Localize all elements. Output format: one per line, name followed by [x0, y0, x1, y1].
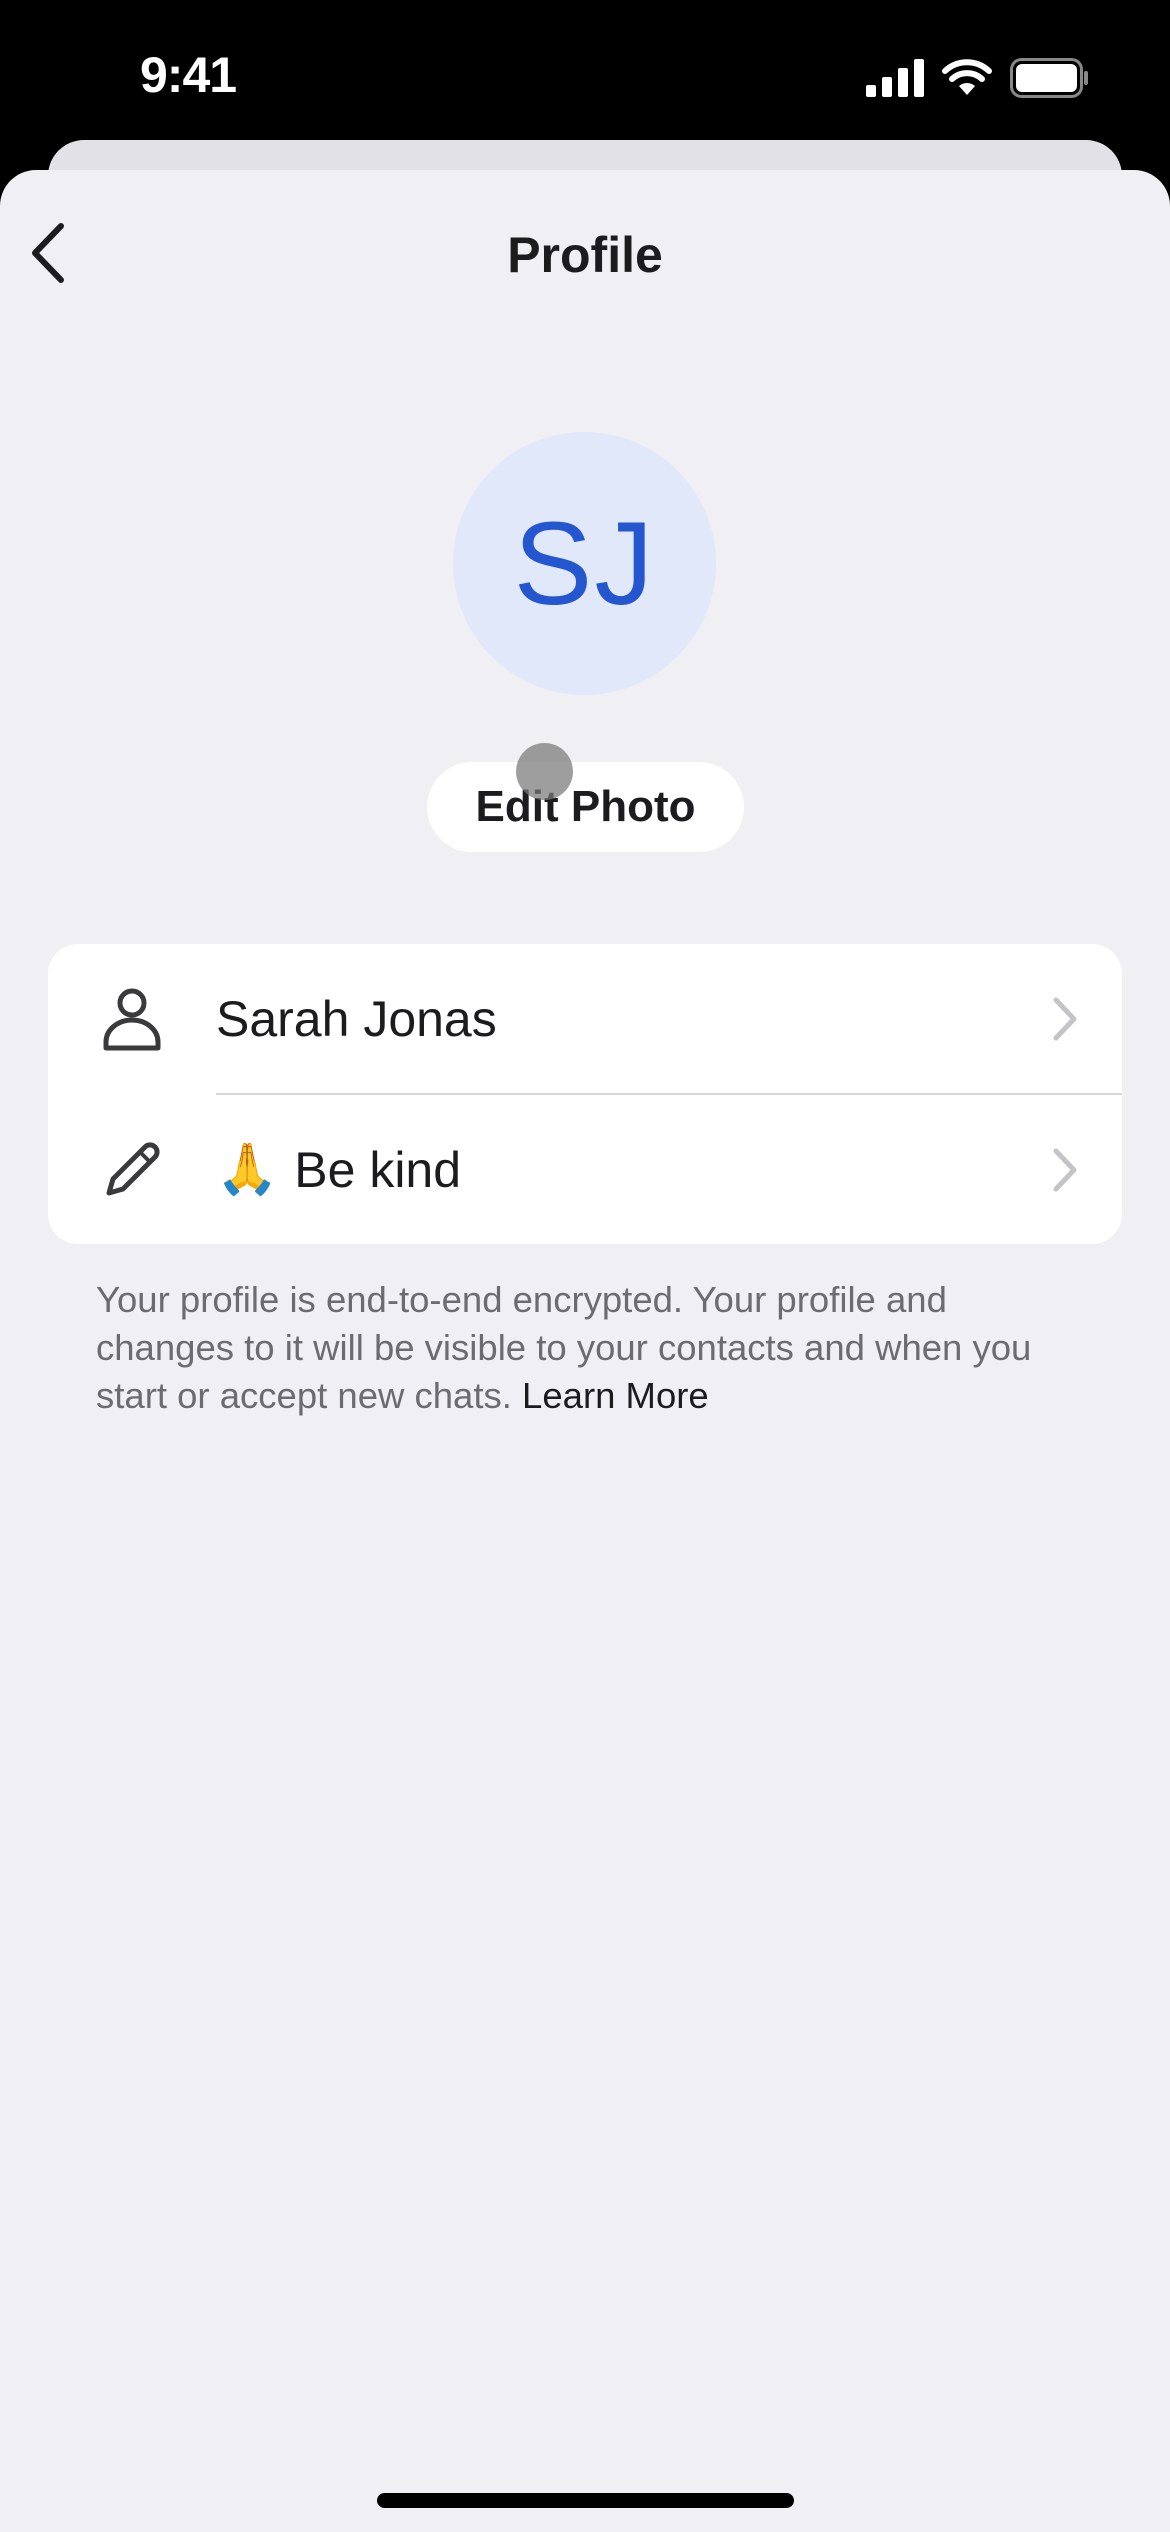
edit-photo-button[interactable]: Edit Photo	[427, 762, 744, 852]
learn-more-link[interactable]: Learn More	[522, 1375, 709, 1416]
profile-row-about[interactable]: 🙏 Be kind	[48, 1095, 1122, 1244]
avatar-initials: SJ	[513, 497, 656, 630]
status-icons	[866, 58, 1090, 103]
page-title: Profile	[507, 227, 663, 283]
profile-about-label: 🙏 Be kind	[216, 1140, 461, 1199]
home-indicator[interactable]	[377, 2493, 794, 2508]
battery-icon	[1010, 58, 1090, 103]
chevron-right-icon	[1050, 994, 1080, 1044]
about-emoji: 🙏	[216, 1141, 279, 1197]
touch-indicator	[516, 743, 573, 800]
profile-row-name[interactable]: Sarah Jonas	[48, 944, 1122, 1093]
status-bar: 9:41	[0, 0, 1170, 140]
about-text: Be kind	[294, 1141, 462, 1198]
profile-name-label: Sarah Jonas	[216, 990, 497, 1047]
avatar[interactable]: SJ	[453, 432, 716, 695]
cellular-signal-icon	[866, 59, 924, 102]
pencil-icon	[100, 1135, 164, 1205]
profile-card: Sarah Jonas 🙏 Be kind	[48, 944, 1122, 1244]
wifi-icon	[942, 59, 992, 102]
status-time: 9:41	[140, 47, 237, 103]
person-icon	[100, 984, 164, 1054]
encryption-note: Your profile is end-to-end encrypted. Yo…	[96, 1276, 1076, 1420]
chevron-right-icon	[1050, 1145, 1080, 1195]
